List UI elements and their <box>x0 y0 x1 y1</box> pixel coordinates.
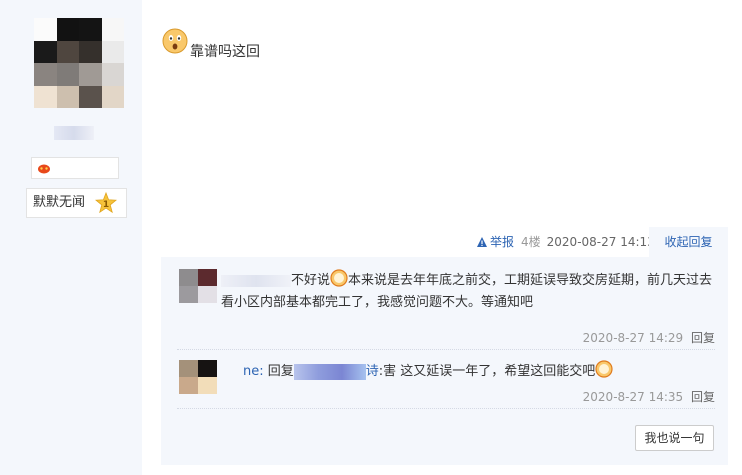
reply-username[interactable] <box>221 274 291 287</box>
post-text: 靠谱吗这回 <box>190 44 260 60</box>
level-number: 1 <box>103 200 109 210</box>
avatar-tile <box>101 18 124 41</box>
avatar-tile <box>101 85 124 108</box>
reply-username[interactable]: ne: <box>243 364 264 379</box>
avatar-tile <box>56 40 79 63</box>
reply-avatar[interactable] <box>179 269 217 303</box>
avatar-tile <box>79 63 102 86</box>
reply-button[interactable]: 回复 <box>691 331 715 345</box>
level-star-icon: 1 <box>95 192 117 214</box>
list-item: ne: 回复 诗:害 这又延误一年了，希望这回能交吧 2020-8-27 14:3… <box>177 358 715 409</box>
post-tail: 举报 4楼 2020-08-27 14:13 <box>476 234 655 250</box>
reply-time: 2020-8-27 14:29 <box>582 331 684 345</box>
avatar[interactable] <box>34 18 124 108</box>
post-time: 2020-08-27 14:13 <box>546 235 655 249</box>
floor-number: 4楼 <box>521 235 541 249</box>
reply-meta: 2020-8-27 14:29 回复 <box>583 329 715 346</box>
avatar-tile <box>101 40 124 63</box>
warning-icon[interactable] <box>476 236 488 248</box>
reply-text: ne: 回复 诗:害 这又延误一年了，希望这回能交吧 <box>221 360 715 383</box>
avatar-tile <box>56 85 79 108</box>
avatar-tile <box>34 63 57 86</box>
avatar-tile <box>79 85 102 108</box>
honor-title[interactable]: 默默无闻 1 <box>26 188 127 218</box>
smile-face-icon <box>595 360 613 378</box>
reply-avatar[interactable] <box>179 360 217 394</box>
user-sidebar: 默默无闻 1 <box>0 0 142 475</box>
collapse-replies-button[interactable]: 收起回复 <box>649 227 728 257</box>
avatar-tile <box>34 85 57 108</box>
say-something-button[interactable]: 我也说一句 <box>635 425 714 451</box>
avatar-tile <box>34 40 57 63</box>
username-blurred[interactable] <box>54 126 94 140</box>
list-item: 不好说 本来说是去年年底之前交，工期延误导致交房延期，前几天过去看小区内部基本都… <box>177 267 715 350</box>
game-controller-icon <box>38 164 50 174</box>
avatar-tile <box>101 63 124 86</box>
avatar-tile <box>56 18 79 41</box>
member-badge[interactable] <box>31 157 119 179</box>
reply-meta: 2020-8-27 14:35 回复 <box>583 388 715 405</box>
honor-label: 默默无闻 <box>33 195 86 210</box>
reply-text: 不好说 本来说是去年年底之前交，工期延误导致交房延期，前几天过去看小区内部基本都… <box>221 269 715 314</box>
smile-face-icon <box>330 269 348 287</box>
reply-target-suffix[interactable]: 诗 <box>366 364 379 379</box>
reply-button[interactable]: 回复 <box>691 390 715 404</box>
avatar-tile <box>34 18 57 41</box>
avatar-tile <box>56 63 79 86</box>
reply-target-username[interactable] <box>293 363 366 380</box>
avatar-tile <box>79 40 102 63</box>
reply-prefix: 回复 <box>267 364 294 379</box>
post-content: 靠谱吗这回 <box>162 28 260 60</box>
avatar-tile <box>79 18 102 41</box>
report-link[interactable]: 举报 <box>490 234 514 250</box>
surprised-face-icon <box>162 28 188 54</box>
reply-time: 2020-8-27 14:35 <box>582 390 684 404</box>
reply-list: 不好说 本来说是去年年底之前交，工期延误导致交房延期，前几天过去看小区内部基本都… <box>161 257 728 465</box>
